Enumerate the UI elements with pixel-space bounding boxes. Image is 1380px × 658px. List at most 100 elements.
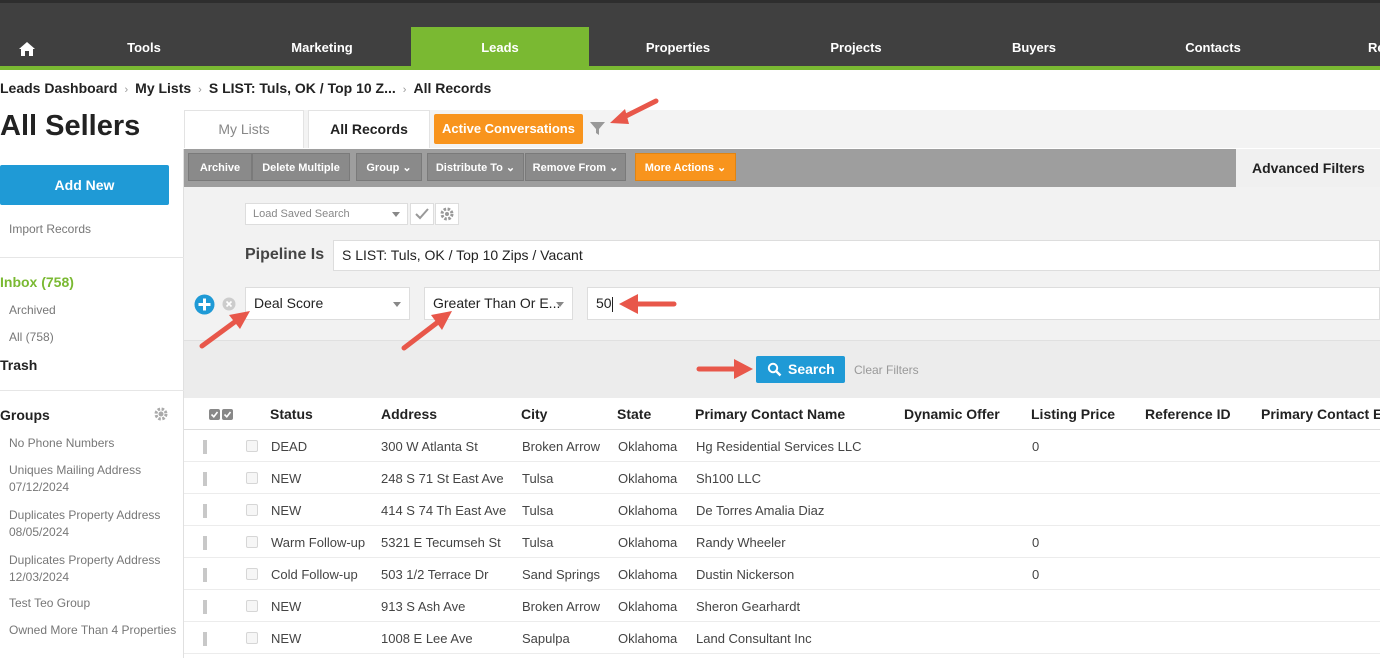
breadcrumb-my-lists[interactable]: My Lists <box>135 80 191 96</box>
groups-title: Groups <box>0 407 50 423</box>
search-button-label: Search <box>788 361 835 377</box>
table-row[interactable]: Cold Follow-up 503 1/2 Terrace Dr Sand S… <box>184 558 1380 590</box>
cell-address[interactable]: 300 W Atlanta St <box>381 439 478 454</box>
group-item[interactable]: Duplicates Property Address 12/03/2024 <box>9 552 179 586</box>
cell-address[interactable]: 248 S 71 St East Ave <box>381 471 504 486</box>
group-item[interactable]: Test Teo Group <box>9 595 179 612</box>
sidebar-item-archived[interactable]: Archived <box>9 302 179 319</box>
nav-leads[interactable]: Leads <box>411 27 589 69</box>
breadcrumb-list[interactable]: S LIST: Tuls, OK / Top 10 Z... <box>209 80 396 96</box>
row-checkbox[interactable] <box>246 632 258 644</box>
table-row[interactable]: Warm Follow-up 5321 E Tecumseh St Tulsa … <box>184 526 1380 558</box>
drag-handle[interactable] <box>203 632 207 646</box>
breadcrumb-all-records: All Records <box>413 80 492 96</box>
nav-properties[interactable]: Properties <box>589 27 767 69</box>
row-checkbox[interactable] <box>246 536 258 548</box>
remove-from-dropdown[interactable]: Remove From ⌄ <box>525 153 626 181</box>
table-row[interactable]: NEW 414 S 74 Th East Ave Tulsa Oklahoma … <box>184 494 1380 526</box>
nav-tools[interactable]: Tools <box>55 27 233 69</box>
add-new-button[interactable]: Add New <box>0 165 169 205</box>
select-all-checkbox-icon[interactable] <box>209 409 233 420</box>
annotation-arrow-icon <box>619 294 677 314</box>
col-address[interactable]: Address <box>381 406 437 422</box>
pipeline-input[interactable]: S LIST: Tuls, OK / Top 10 Zips / Vacant <box>333 240 1380 271</box>
col-status[interactable]: Status <box>270 406 313 422</box>
cell-address[interactable]: 414 S 74 Th East Ave <box>381 503 506 518</box>
drag-handle[interactable] <box>203 600 207 614</box>
cell-address[interactable]: 503 1/2 Terrace Dr <box>381 567 488 582</box>
row-checkbox[interactable] <box>246 472 258 484</box>
group-dropdown[interactable]: Group ⌄ <box>356 153 422 181</box>
table-row[interactable]: NEW 913 S Ash Ave Broken Arrow Oklahoma … <box>184 590 1380 622</box>
groups-gear-icon[interactable] <box>153 406 169 422</box>
more-actions-dropdown[interactable]: More Actions ⌄ <box>635 153 736 181</box>
drag-handle[interactable] <box>203 536 207 550</box>
cell-contact: De Torres Amalia Diaz <box>696 503 825 518</box>
group-item[interactable]: Uniques Mailing Address 07/12/2024 <box>9 462 179 496</box>
table-row[interactable]: NEW 1008 E Lee Ave Sapulpa Oklahoma Land… <box>184 622 1380 654</box>
sidebar-item-all[interactable]: All (758) <box>9 329 179 346</box>
filter-value-text: 50 <box>596 295 612 311</box>
clear-filters-link[interactable]: Clear Filters <box>854 363 919 377</box>
filter-field-select[interactable]: Deal Score <box>245 287 410 320</box>
col-primary-contact-email[interactable]: Primary Contact E <box>1261 406 1380 422</box>
cell-contact: Randy Wheeler <box>696 535 786 550</box>
nav-buyers[interactable]: Buyers <box>945 27 1123 69</box>
col-dynamic-offer[interactable]: Dynamic Offer <box>904 406 1000 422</box>
tab-active-conversations[interactable]: Active Conversations <box>434 114 583 144</box>
cell-listing-price: 0 <box>1032 439 1040 454</box>
sidebar-item-trash[interactable]: Trash <box>0 357 37 373</box>
table-row[interactable]: NEW 248 S 71 St East Ave Tulsa Oklahoma … <box>184 462 1380 494</box>
saved-search-settings-button[interactable] <box>435 203 459 225</box>
check-icon <box>415 208 429 220</box>
tab-all-records[interactable]: All Records <box>308 110 430 148</box>
cell-state: Oklahoma <box>618 471 678 486</box>
home-icon[interactable] <box>18 41 36 57</box>
save-search-check-button[interactable] <box>410 203 434 225</box>
row-checkbox[interactable] <box>246 504 258 516</box>
remove-label: Remove From <box>532 162 607 174</box>
drag-handle[interactable] <box>203 568 207 582</box>
sidebar-item-inbox[interactable]: Inbox (758) <box>0 274 74 290</box>
group-item[interactable]: No Phone Numbers <box>9 435 179 452</box>
distribute-to-dropdown[interactable]: Distribute To ⌄ <box>427 153 524 181</box>
filter-value-input[interactable]: 50 <box>587 287 1380 320</box>
nav-projects[interactable]: Projects <box>767 27 945 69</box>
row-checkbox[interactable] <box>246 600 258 612</box>
tab-my-lists[interactable]: My Lists <box>184 110 304 148</box>
cell-contact: Hg Residential Services LLC <box>696 439 862 454</box>
col-city[interactable]: City <box>521 406 547 422</box>
breadcrumb-leads-dashboard[interactable]: Leads Dashboard <box>0 80 117 96</box>
table-row[interactable]: DEAD 300 W Atlanta St Broken Arrow Oklah… <box>184 430 1380 462</box>
search-button[interactable]: Search <box>756 356 845 383</box>
page-title: All Sellers <box>0 110 141 142</box>
drag-handle[interactable] <box>203 472 207 486</box>
cell-status: Cold Follow-up <box>271 567 358 582</box>
saved-search-select[interactable]: Load Saved Search <box>245 203 408 225</box>
advanced-filters-tab[interactable]: Advanced Filters <box>1236 149 1380 187</box>
cell-address[interactable]: 1008 E Lee Ave <box>381 631 473 646</box>
import-records-link[interactable]: Import Records <box>9 221 179 238</box>
group-item[interactable]: Duplicates Property Address 08/05/2024 <box>9 507 179 541</box>
drag-handle[interactable] <box>203 440 207 454</box>
nav-marketing[interactable]: Marketing <box>233 27 411 69</box>
group-item[interactable]: Owned More Than 4 Properties <box>9 622 179 639</box>
col-listing-price[interactable]: Listing Price <box>1031 406 1115 422</box>
filter-field-value: Deal Score <box>254 295 324 311</box>
archive-button[interactable]: Archive <box>188 153 252 181</box>
nav-contacts[interactable]: Contacts <box>1124 27 1302 69</box>
cell-address[interactable]: 5321 E Tecumseh St <box>381 535 501 550</box>
cell-state: Oklahoma <box>618 535 678 550</box>
filter-funnel-icon[interactable] <box>590 121 605 136</box>
delete-multiple-button[interactable]: Delete Multiple <box>252 153 350 181</box>
col-reference-id[interactable]: Reference ID <box>1145 406 1231 422</box>
col-primary-contact-name[interactable]: Primary Contact Name <box>695 406 845 422</box>
col-state[interactable]: State <box>617 406 651 422</box>
row-checkbox[interactable] <box>246 568 258 580</box>
distribute-label: Distribute To <box>435 162 503 174</box>
drag-handle[interactable] <box>203 504 207 518</box>
cell-address[interactable]: 913 S Ash Ave <box>381 599 465 614</box>
table-header: Status Address City State Primary Contac… <box>184 398 1380 430</box>
nav-reports[interactable]: Re <box>1302 27 1380 69</box>
row-checkbox[interactable] <box>246 440 258 452</box>
